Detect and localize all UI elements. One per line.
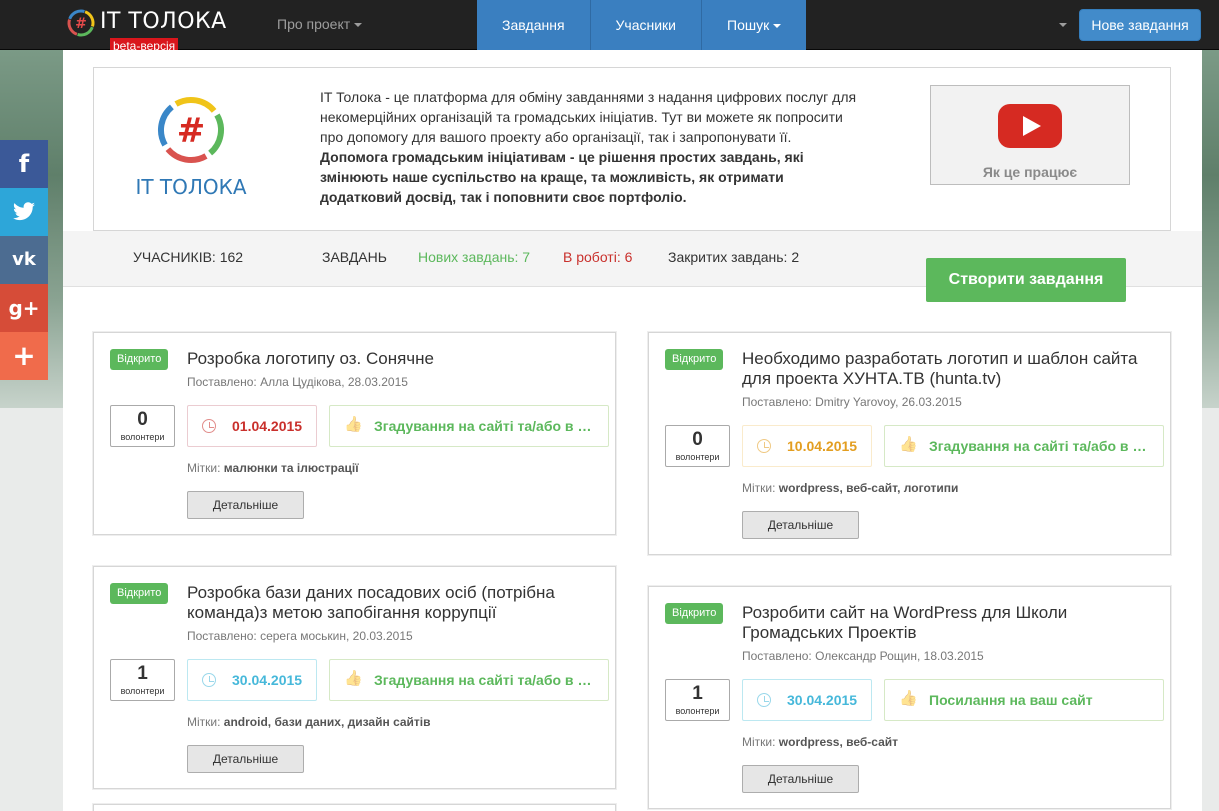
chevron-down-icon bbox=[773, 24, 782, 29]
clock-icon bbox=[757, 693, 771, 707]
volunteers-count: 0 волонтери bbox=[665, 425, 730, 467]
task-title[interactable]: Розробити сайт на WordPress для Школи Гр… bbox=[742, 603, 1142, 643]
reward-text: Згадування на сайті та/або в соціальних … bbox=[374, 672, 596, 688]
task-card: Відкрито Розробити сайт на WordPress для… bbox=[648, 586, 1171, 809]
facebook-icon[interactable]: f bbox=[0, 140, 48, 188]
clock-icon bbox=[757, 439, 771, 453]
stat-closed[interactable]: Закритих завдань: 2 bbox=[668, 249, 799, 265]
task-card: Відкрито Необходимо разработать логотип … bbox=[648, 332, 1171, 555]
svg-text:#: # bbox=[75, 16, 87, 32]
hero-logo-text: IT ТОЛОКА bbox=[135, 175, 246, 199]
video-label: Як це працює bbox=[982, 164, 1078, 180]
reward-box: 👍 Посилання на ваш сайт bbox=[884, 679, 1164, 721]
status-badge: Відкрито bbox=[110, 583, 169, 604]
tag-list[interactable]: малюнки та ілюстрації bbox=[224, 461, 359, 475]
clock-icon bbox=[202, 419, 216, 433]
details-button[interactable]: Детальніше bbox=[187, 491, 304, 519]
nav-members[interactable]: Учасники bbox=[591, 0, 703, 50]
nav-about-dropdown[interactable]: Про проект bbox=[277, 16, 363, 32]
reward-text: Посилання на ваш сайт bbox=[929, 692, 1093, 708]
task-tags: Мітки: wordpress, веб-сайт bbox=[742, 735, 899, 749]
vk-icon[interactable]: vk bbox=[0, 236, 48, 284]
create-task-button[interactable]: Створити завдання bbox=[926, 258, 1126, 302]
hero-description: IT Толока - це платформа для обміну завд… bbox=[320, 87, 860, 207]
google-plus-icon[interactable]: g+ bbox=[0, 284, 48, 332]
volunteers-count: 1 волонтери bbox=[110, 659, 175, 701]
nav-tasks[interactable]: Завдання bbox=[477, 0, 591, 50]
hashtag-logo-icon: # bbox=[67, 9, 95, 37]
deadline-date: 01.04.2015 bbox=[232, 418, 303, 434]
task-card: Відкрито Розробка логотипу оз. Сонячне П… bbox=[93, 332, 616, 535]
volunteers-count: 0 волонтери bbox=[110, 405, 175, 447]
reward-box: 👍 Згадування на сайті та/або в соціальних… bbox=[329, 405, 609, 447]
task-card bbox=[93, 804, 616, 811]
nav-search-dropdown[interactable]: Пошук bbox=[702, 0, 806, 50]
top-navbar: # IT ТОЛОКА beta-версія Про проект Завда… bbox=[0, 0, 1219, 54]
hero-panel: # IT ТОЛОКА IT Толока - це платформа для… bbox=[93, 67, 1171, 231]
nav-about-label: Про проект bbox=[277, 16, 351, 32]
status-badge: Відкрито bbox=[665, 603, 724, 624]
reward-box: 👍 Згадування на сайті та/або в соціальних… bbox=[329, 659, 609, 701]
tag-list[interactable]: wordpress, веб-сайт bbox=[779, 735, 898, 749]
deadline-box: 01.04.2015 bbox=[187, 405, 317, 447]
stat-members: УЧАСНИКІВ: 162 bbox=[133, 249, 244, 265]
hero-text-normal: IT Толока - це платформа для обміну завд… bbox=[320, 89, 857, 145]
it-toloka-logo: # IT ТОЛОКА bbox=[135, 97, 247, 199]
thumbs-up-icon: 👍 bbox=[344, 416, 363, 433]
tag-list[interactable]: android, бази даних, дизайн сайтів bbox=[224, 715, 431, 729]
brand-name: IT ТОЛОКА bbox=[100, 9, 227, 34]
youtube-play-icon bbox=[998, 104, 1062, 148]
task-posted: Поставлено: Dmitry Yarovoy, 26.03.2015 bbox=[742, 395, 962, 409]
details-button[interactable]: Детальніше bbox=[187, 745, 304, 773]
deadline-box: 30.04.2015 bbox=[742, 679, 872, 721]
details-button[interactable]: Детальніше bbox=[742, 765, 859, 793]
status-badge: Відкрито bbox=[665, 349, 724, 370]
user-menu-chevron-icon[interactable] bbox=[1059, 23, 1067, 27]
share-more-icon[interactable]: + bbox=[0, 332, 48, 380]
nav-search-label: Пошук bbox=[727, 17, 770, 33]
stat-tasks: ЗАВДАНЬ bbox=[322, 249, 387, 265]
task-posted: Поставлено: Алла Цудікова, 28.03.2015 bbox=[187, 375, 408, 389]
thumbs-up-icon: 👍 bbox=[344, 670, 363, 687]
task-title[interactable]: Розробка логотипу оз. Сонячне bbox=[187, 349, 597, 369]
task-tags: Мітки: wordpress, веб-сайт, логотипи bbox=[742, 481, 959, 495]
task-posted: Поставлено: серега моськин, 20.03.2015 bbox=[187, 629, 413, 643]
deadline-date: 10.04.2015 bbox=[787, 438, 858, 454]
deadline-box: 10.04.2015 bbox=[742, 425, 872, 467]
reward-text: Згадування на сайті та/або в соціальних … bbox=[929, 438, 1151, 454]
volunteers-count: 1 волонтери bbox=[665, 679, 730, 721]
stat-new-tasks[interactable]: Нових завдань: 7 bbox=[418, 249, 530, 265]
deadline-date: 30.04.2015 bbox=[787, 692, 858, 708]
reward-box: 👍 Згадування на сайті та/або в соціальних… bbox=[884, 425, 1164, 467]
hero-text-bold: Допомога громадським ініціативам - це рі… bbox=[320, 149, 804, 205]
new-task-button[interactable]: Нове завдання bbox=[1079, 9, 1201, 41]
task-posted: Поставлено: Олександр Рощин, 18.03.2015 bbox=[742, 649, 984, 663]
how-it-works-video[interactable]: Як це працює bbox=[930, 85, 1130, 185]
clock-icon bbox=[202, 673, 216, 687]
details-button[interactable]: Детальніше bbox=[742, 511, 859, 539]
task-title[interactable]: Необходимо разработать логотип и шаблон … bbox=[742, 349, 1142, 389]
thumbs-up-icon: 👍 bbox=[899, 690, 918, 707]
reward-text: Згадування на сайті та/або в соціальних … bbox=[374, 418, 596, 434]
twitter-icon[interactable] bbox=[0, 188, 48, 236]
stat-in-progress[interactable]: В роботі: 6 bbox=[563, 249, 632, 265]
svg-text:#: # bbox=[177, 111, 206, 151]
task-tags: Мітки: малюнки та ілюстрації bbox=[187, 461, 359, 475]
tag-list[interactable]: wordpress, веб-сайт, логотипи bbox=[779, 481, 959, 495]
deadline-date: 30.04.2015 bbox=[232, 672, 303, 688]
task-card: Відкрито Розробка бази даних посадових о… bbox=[93, 566, 616, 789]
social-share-bar: f vk g+ + bbox=[0, 140, 48, 380]
task-title[interactable]: Розробка бази даних посадових осіб (потр… bbox=[187, 583, 597, 623]
task-tags: Мітки: android, бази даних, дизайн сайті… bbox=[187, 715, 431, 729]
deadline-box: 30.04.2015 bbox=[187, 659, 317, 701]
status-badge: Відкрито bbox=[110, 349, 169, 370]
chevron-down-icon bbox=[354, 23, 363, 28]
main-nav: Завдання Учасники Пошук bbox=[477, 0, 807, 50]
thumbs-up-icon: 👍 bbox=[899, 436, 918, 453]
